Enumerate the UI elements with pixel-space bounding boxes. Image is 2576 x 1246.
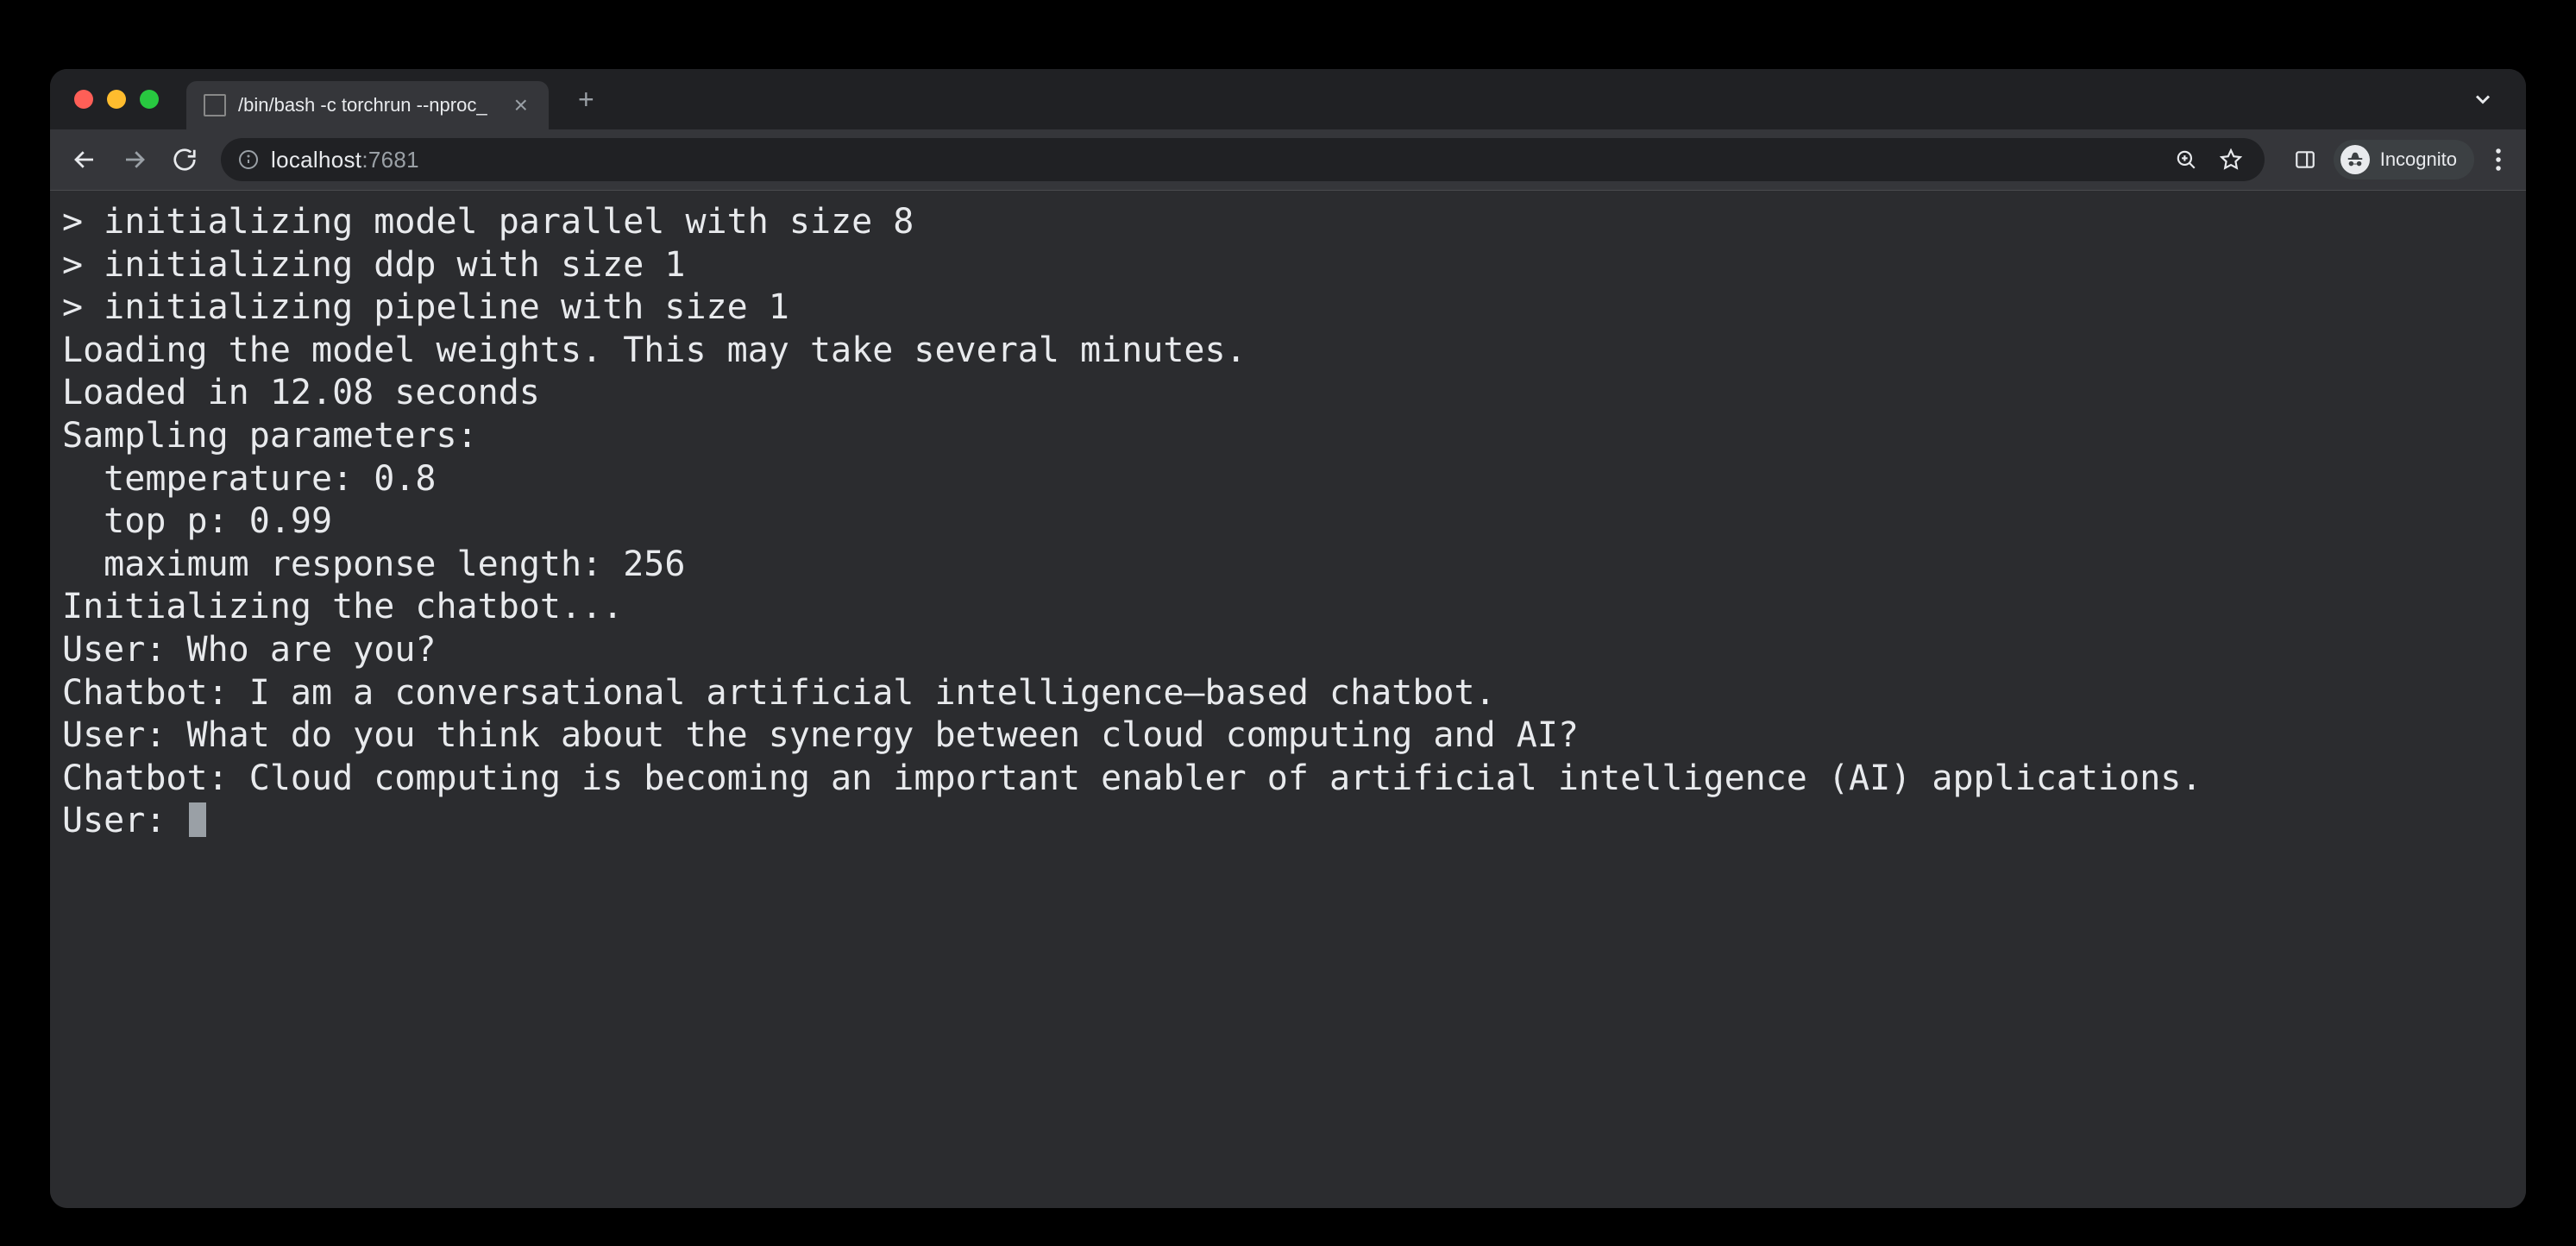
close-tab-button[interactable]: ×	[511, 93, 531, 117]
tab-bar: /bin/bash -c torchrun --nproc_ × +	[50, 69, 2526, 129]
terminal-line: User: What do you think about the synerg…	[62, 715, 1579, 755]
incognito-icon	[2340, 145, 2370, 174]
site-info-icon[interactable]	[238, 149, 259, 170]
toolbar-right: Incognito	[2280, 140, 2512, 179]
terminal-line: Loading the model weights. This may take…	[62, 330, 1247, 370]
browser-toolbar: localhost:7681 Incognito	[50, 129, 2526, 190]
forward-button[interactable]	[114, 139, 155, 180]
tab-favicon	[204, 94, 226, 116]
minimize-window-button[interactable]	[107, 90, 126, 109]
window-controls	[67, 90, 173, 109]
incognito-label: Incognito	[2380, 148, 2457, 171]
url-port: :7681	[361, 147, 419, 173]
terminal-line: Initializing the chatbot...	[62, 587, 623, 626]
terminal-line: Chatbot: I am a conversational artificia…	[62, 673, 1496, 713]
terminal-cursor	[189, 802, 206, 837]
browser-tab[interactable]: /bin/bash -c torchrun --nproc_ ×	[186, 81, 549, 129]
terminal-line: Sampling parameters:	[62, 416, 478, 456]
new-tab-button[interactable]: +	[562, 85, 610, 113]
url-text: localhost:7681	[271, 147, 419, 173]
bookmark-icon[interactable]	[2215, 148, 2247, 171]
terminal-line: Chatbot: Cloud computing is becoming an …	[62, 758, 2202, 798]
terminal-line: temperature: 0.8	[62, 459, 436, 499]
terminal-line: > initializing ddp with size 1	[62, 245, 685, 285]
terminal-output[interactable]: > initializing model parallel with size …	[62, 201, 2514, 843]
terminal-line: User:	[62, 801, 187, 840]
terminal-line: top p: 0.99	[62, 501, 332, 541]
close-window-button[interactable]	[74, 90, 93, 109]
side-panel-button[interactable]	[2287, 148, 2323, 171]
terminal-line: User: Who are you?	[62, 630, 436, 670]
browser-window: /bin/bash -c torchrun --nproc_ × + local…	[50, 69, 2526, 1208]
terminal-line: maximum response length: 256	[62, 544, 685, 584]
back-button[interactable]	[64, 139, 105, 180]
terminal-line: Loaded in 12.08 seconds	[62, 373, 540, 412]
browser-menu-button[interactable]	[2485, 147, 2512, 173]
page-content[interactable]: > initializing model parallel with size …	[50, 190, 2526, 1208]
terminal-line: > initializing pipeline with size 1	[62, 287, 789, 327]
incognito-badge[interactable]: Incognito	[2334, 140, 2474, 179]
terminal-line: > initializing model parallel with size …	[62, 202, 914, 242]
address-bar[interactable]: localhost:7681	[221, 138, 2265, 181]
tab-title: /bin/bash -c torchrun --nproc_	[238, 94, 499, 116]
tabs-dropdown-button[interactable]	[2457, 87, 2509, 111]
url-host: localhost	[271, 147, 361, 173]
zoom-icon[interactable]	[2170, 148, 2202, 171]
maximize-window-button[interactable]	[140, 90, 159, 109]
reload-button[interactable]	[164, 139, 205, 180]
